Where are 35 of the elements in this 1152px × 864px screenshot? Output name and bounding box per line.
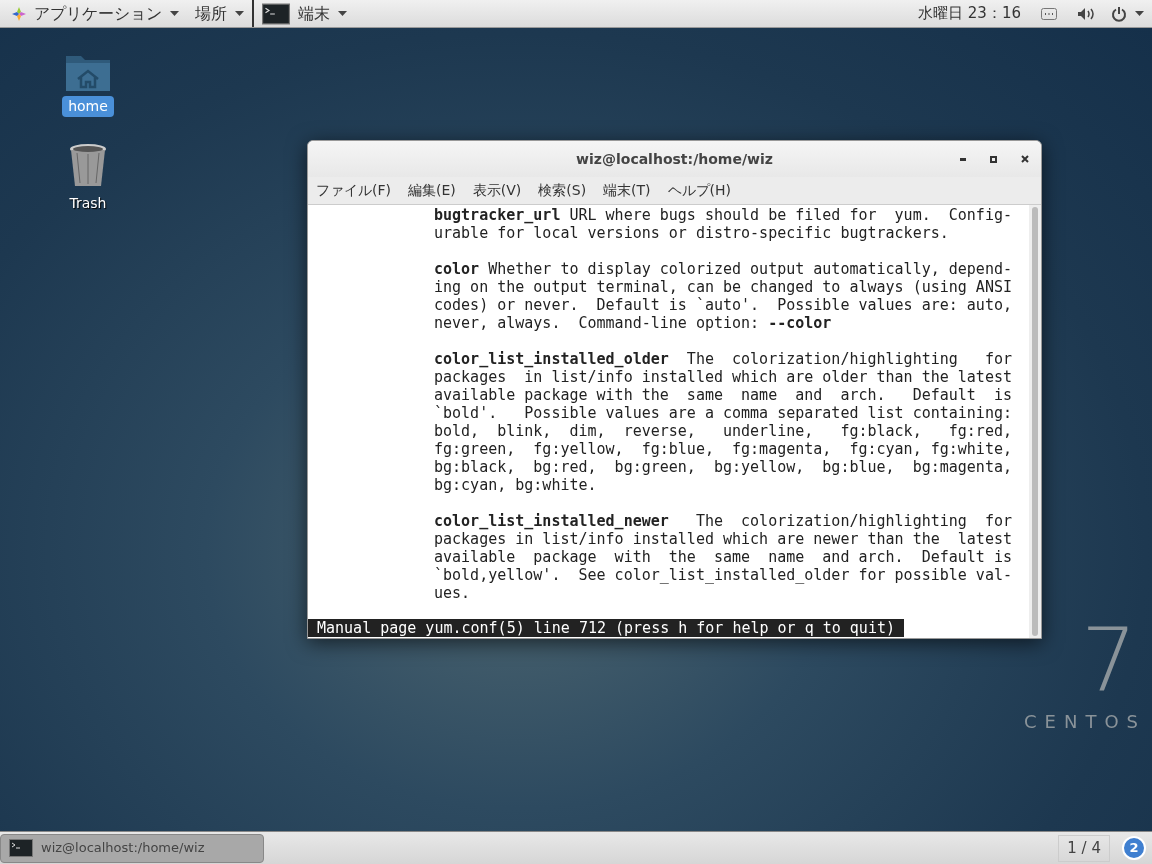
- trash-icon[interactable]: [69, 143, 107, 189]
- menu-item[interactable]: 端末(T): [603, 180, 651, 201]
- power-icon[interactable]: [1111, 5, 1127, 22]
- caret-icon: [170, 11, 179, 16]
- close-icon[interactable]: [1021, 155, 1029, 163]
- man-page-paragraph: color_list_installed_newer The colorization/highlighting for packages in list/info installed which are newer than the latest available package with the same name and arch. Default is `bold,yellow'. See color_list_installed_older for possible val- ues.: [434, 512, 1013, 602]
- desktop-icon-label[interactable]: Trash: [63, 193, 113, 214]
- notification-badge[interactable]: 2: [1122, 836, 1146, 860]
- caret-icon: [235, 11, 244, 16]
- minimize-icon[interactable]: [960, 157, 966, 161]
- menu-item[interactable]: 編集(E): [408, 180, 456, 201]
- man-page-paragraph: color Whether to display colorized output automatically, depend- ing on the output terminal, can be changed to always (using ANSI codes) or never. Default is `auto'. Possible values are: auto, never, always. Command-line option: --color: [434, 260, 1013, 332]
- man-page-paragraph: color_list_installed_older The colorization/highlighting for packages in list/info installed which are older than the latest available package with the same name and arch. Default is `bold'. Possible values are a comma separated list containing: bold, blink, dim, reverse, underline, fg:black, fg:red, fg:green, fg:yellow, fg:blue, fg:magenta, fg:cyan, fg:white, bg:black, bg:red, bg:green, bg:yellow, bg:blue, bg:magenta, bg:cyan, bg:white.: [434, 350, 1013, 494]
- terminal-icon: [262, 2, 290, 25]
- clock[interactable]: 水曜日 23：16: [918, 2, 1021, 25]
- taskbar-window-button[interactable]: wiz@localhost:/home/wiz: [0, 833, 264, 863]
- window-title: wiz@localhost:/home/wiz: [576, 149, 773, 169]
- version-number: 7: [1081, 620, 1137, 700]
- menu-item[interactable]: 検索(S): [538, 180, 587, 201]
- menu-item[interactable]: 表示(V): [472, 180, 522, 201]
- volume-icon[interactable]: [1077, 6, 1095, 21]
- terminal-icon: [9, 839, 33, 857]
- menu-item[interactable]: ヘルプ(H): [667, 180, 732, 201]
- brand-wordmark: CENTOS: [1024, 710, 1146, 734]
- top-bar-menu[interactable]: 場所: [187, 0, 252, 27]
- scrollbar[interactable]: [1029, 205, 1041, 638]
- workspace-indicator[interactable]: 1 / 4: [1058, 834, 1110, 862]
- network-icon[interactable]: [1041, 7, 1057, 20]
- man-page-paragraph: bugtracker_url URL where bugs should be filed for yum. Config- urable for local versions or distro-specific bugtrackers.: [434, 206, 1013, 242]
- caret-icon: [1135, 11, 1144, 16]
- caret-icon: [338, 11, 347, 16]
- top-bar-menu[interactable]: アプリケーション: [4, 0, 187, 27]
- menu-item[interactable]: ファイル(F): [316, 180, 391, 201]
- flower-logo-icon: [12, 6, 26, 21]
- maximize-icon[interactable]: [990, 155, 997, 163]
